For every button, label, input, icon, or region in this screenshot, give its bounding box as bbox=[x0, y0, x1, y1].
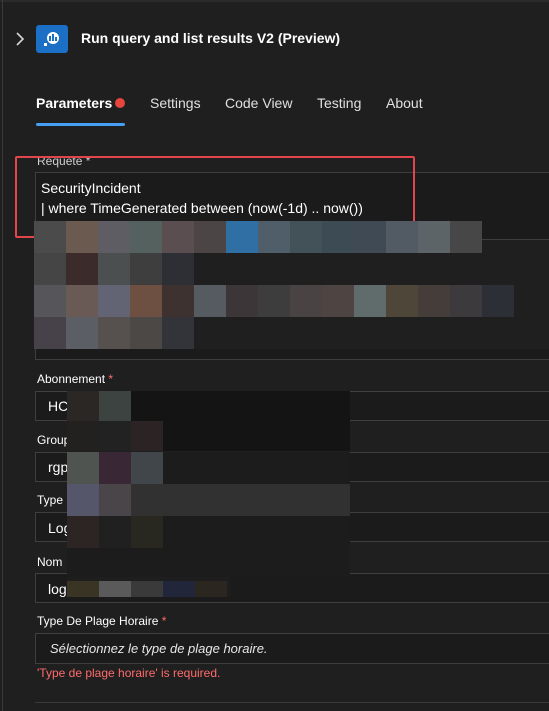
redaction-block bbox=[226, 285, 258, 317]
redaction-block bbox=[130, 285, 162, 317]
redaction-block bbox=[34, 285, 66, 317]
redaction-block bbox=[34, 221, 66, 253]
redaction-block bbox=[418, 285, 450, 317]
redaction-block bbox=[67, 421, 99, 451]
redaction-block bbox=[99, 421, 131, 451]
redaction-block bbox=[67, 391, 99, 421]
plage-error-message: 'Type de plage horaire' is required. bbox=[37, 666, 221, 680]
redaction-block bbox=[226, 221, 258, 253]
redaction-block bbox=[34, 253, 66, 285]
redaction-block bbox=[258, 285, 290, 317]
redaction-block bbox=[34, 317, 66, 349]
tab-parameters[interactable]: Parameters bbox=[36, 95, 112, 111]
redaction-block bbox=[131, 484, 350, 516]
redaction-block bbox=[98, 253, 130, 285]
tab-settings[interactable]: Settings bbox=[150, 95, 201, 111]
redaction-block bbox=[131, 452, 163, 484]
tab-code-view[interactable]: Code View bbox=[225, 95, 292, 111]
type-label: Type I bbox=[37, 493, 70, 507]
redaction-block bbox=[130, 253, 162, 285]
redaction-block bbox=[99, 452, 131, 484]
redaction-block bbox=[131, 421, 163, 451]
tab-testing[interactable]: Testing bbox=[317, 95, 361, 111]
redaction-block bbox=[99, 484, 131, 516]
redaction-block bbox=[162, 253, 194, 285]
redaction-block bbox=[194, 221, 226, 253]
redaction-block bbox=[450, 221, 482, 253]
redaction-block bbox=[131, 516, 163, 548]
redaction-block bbox=[98, 317, 130, 349]
redaction-block bbox=[98, 285, 130, 317]
redaction-block bbox=[354, 221, 386, 253]
log-analytics-icon bbox=[36, 25, 68, 53]
redaction-block bbox=[290, 221, 322, 253]
top-border bbox=[0, 0, 549, 2]
redaction-block bbox=[195, 581, 227, 597]
redaction-block bbox=[98, 221, 130, 253]
redaction-block bbox=[322, 285, 354, 317]
redaction-block bbox=[67, 452, 99, 484]
redaction-block bbox=[99, 516, 131, 548]
redaction-block bbox=[162, 285, 194, 317]
redaction-block bbox=[67, 581, 99, 597]
left-border bbox=[2, 0, 3, 711]
redaction-block bbox=[130, 221, 162, 253]
redaction-block bbox=[258, 221, 290, 253]
nom-value: log bbox=[48, 581, 67, 597]
redaction-block bbox=[67, 484, 99, 516]
redaction-block bbox=[322, 221, 354, 253]
redaction-block bbox=[99, 391, 131, 421]
active-tab-indicator bbox=[36, 123, 125, 126]
redaction-block bbox=[130, 317, 162, 349]
redaction-block bbox=[66, 221, 98, 253]
redaction-block bbox=[450, 285, 482, 317]
section-divider bbox=[35, 702, 549, 703]
abonnement-value: HC bbox=[48, 398, 69, 414]
nom-label: Nom bbox=[37, 555, 63, 569]
redaction-block bbox=[482, 285, 514, 317]
redaction-block bbox=[386, 221, 418, 253]
redaction-block bbox=[67, 516, 99, 548]
action-title: Run query and list results V2 (Preview) bbox=[81, 30, 341, 46]
chevron-right-icon[interactable] bbox=[13, 30, 29, 48]
plage-label: Type De Plage Horaire * bbox=[37, 614, 167, 628]
plage-placeholder: Sélectionnez le type de plage horaire. bbox=[50, 641, 268, 656]
tab-about[interactable]: About bbox=[386, 95, 423, 111]
redaction-block bbox=[418, 221, 450, 253]
redaction-block bbox=[194, 285, 226, 317]
redaction-block bbox=[162, 317, 194, 349]
redaction-block bbox=[66, 317, 98, 349]
abonnement-label: Abonnement * bbox=[37, 372, 114, 386]
redaction-block bbox=[354, 285, 386, 317]
error-dot-icon bbox=[115, 98, 125, 108]
groupe-label: Group bbox=[37, 433, 71, 447]
redaction-block bbox=[386, 285, 418, 317]
redaction-block bbox=[163, 581, 195, 597]
redaction-block bbox=[162, 221, 194, 253]
redaction-block bbox=[66, 285, 98, 317]
redaction-block bbox=[99, 581, 131, 597]
redaction-block bbox=[66, 253, 98, 285]
hidden-input-edge bbox=[35, 349, 549, 360]
groupe-value: rgp bbox=[48, 459, 69, 475]
redaction-block bbox=[131, 581, 163, 597]
redaction-block bbox=[290, 285, 322, 317]
